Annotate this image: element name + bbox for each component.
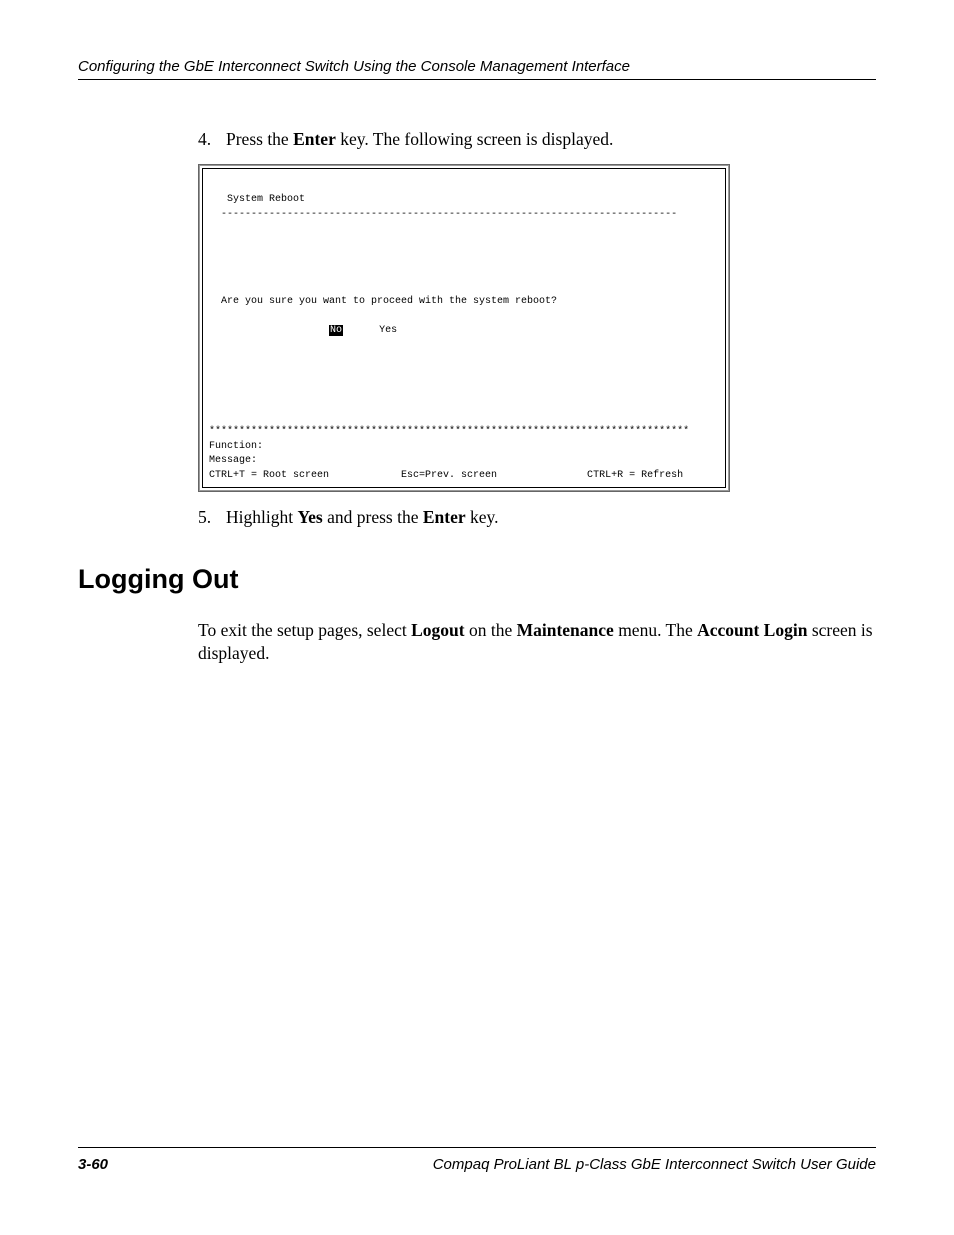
console-blank xyxy=(209,281,215,292)
page-footer: 3-60 Compaq ProLiant BL p-Class GbE Inte… xyxy=(78,1147,876,1173)
console-blank xyxy=(209,412,215,423)
step-text: Press the xyxy=(226,129,293,149)
console-hr: ----------------------------------------… xyxy=(209,209,677,220)
console-blank xyxy=(209,180,215,191)
footer-title: Compaq ProLiant BL p-Class GbE Interconn… xyxy=(433,1156,876,1173)
step-text: and press the xyxy=(323,507,423,527)
para-text: menu. The xyxy=(614,620,697,640)
step-text: key. xyxy=(466,507,499,527)
step-bold: Enter xyxy=(423,507,466,527)
steps-list-cont: 5. Highlight Yes and press the Enter key… xyxy=(198,506,876,530)
step-number: 5. xyxy=(198,506,211,530)
console-option-no[interactable]: No xyxy=(329,325,343,336)
console-blank xyxy=(209,339,215,350)
console-help: CTRL+T = Root screen Esc=Prev. screen CT… xyxy=(209,470,683,481)
paragraph: To exit the setup pages, select Logout o… xyxy=(198,619,876,666)
console-blank xyxy=(209,267,215,278)
section-body: To exit the setup pages, select Logout o… xyxy=(198,619,876,666)
para-text: on the xyxy=(465,620,517,640)
step-text: Highlight xyxy=(226,507,297,527)
step-bold: Enter xyxy=(293,129,336,149)
para-bold: Account Login xyxy=(697,620,807,640)
step-text: key. The following screen is displayed. xyxy=(336,129,614,149)
step-number: 4. xyxy=(198,128,211,152)
console-blank xyxy=(209,383,215,394)
page-header: Configuring the GbE Interconnect Switch … xyxy=(78,58,876,80)
para-bold: Logout xyxy=(411,620,464,640)
console-blank xyxy=(209,310,215,321)
step-bold: Yes xyxy=(297,507,322,527)
console-screen: System Reboot --------------------------… xyxy=(202,168,726,489)
header-title: Configuring the GbE Interconnect Switch … xyxy=(78,58,876,75)
console-blank xyxy=(209,397,215,408)
console-opts-mid xyxy=(343,325,379,336)
step-4: 4. Press the Enter key. The following sc… xyxy=(198,128,876,152)
console-title: System Reboot xyxy=(209,194,305,205)
console-function: Function: xyxy=(209,441,263,452)
para-bold: Maintenance xyxy=(517,620,614,640)
section-heading-logging-out: Logging Out xyxy=(78,564,876,595)
console-prompt: Are you sure you want to proceed with th… xyxy=(209,296,557,307)
para-text: To exit the setup pages, select xyxy=(198,620,411,640)
console-blank xyxy=(209,223,215,234)
console-screenshot: System Reboot --------------------------… xyxy=(198,164,730,493)
console-message: Message: xyxy=(209,455,257,466)
console-blank xyxy=(209,368,215,379)
console-blank xyxy=(209,238,215,249)
console-stars: ****************************************… xyxy=(209,426,689,437)
console-blank xyxy=(209,354,215,365)
console-option-yes[interactable]: Yes xyxy=(379,325,397,336)
content-block: 4. Press the Enter key. The following sc… xyxy=(198,128,876,530)
step-5: 5. Highlight Yes and press the Enter key… xyxy=(198,506,876,530)
page: Configuring the GbE Interconnect Switch … xyxy=(0,0,954,1235)
page-number: 3-60 xyxy=(78,1156,108,1173)
console-blank xyxy=(209,252,215,263)
steps-list: 4. Press the Enter key. The following sc… xyxy=(198,128,876,152)
console-opts-prefix xyxy=(209,325,329,336)
